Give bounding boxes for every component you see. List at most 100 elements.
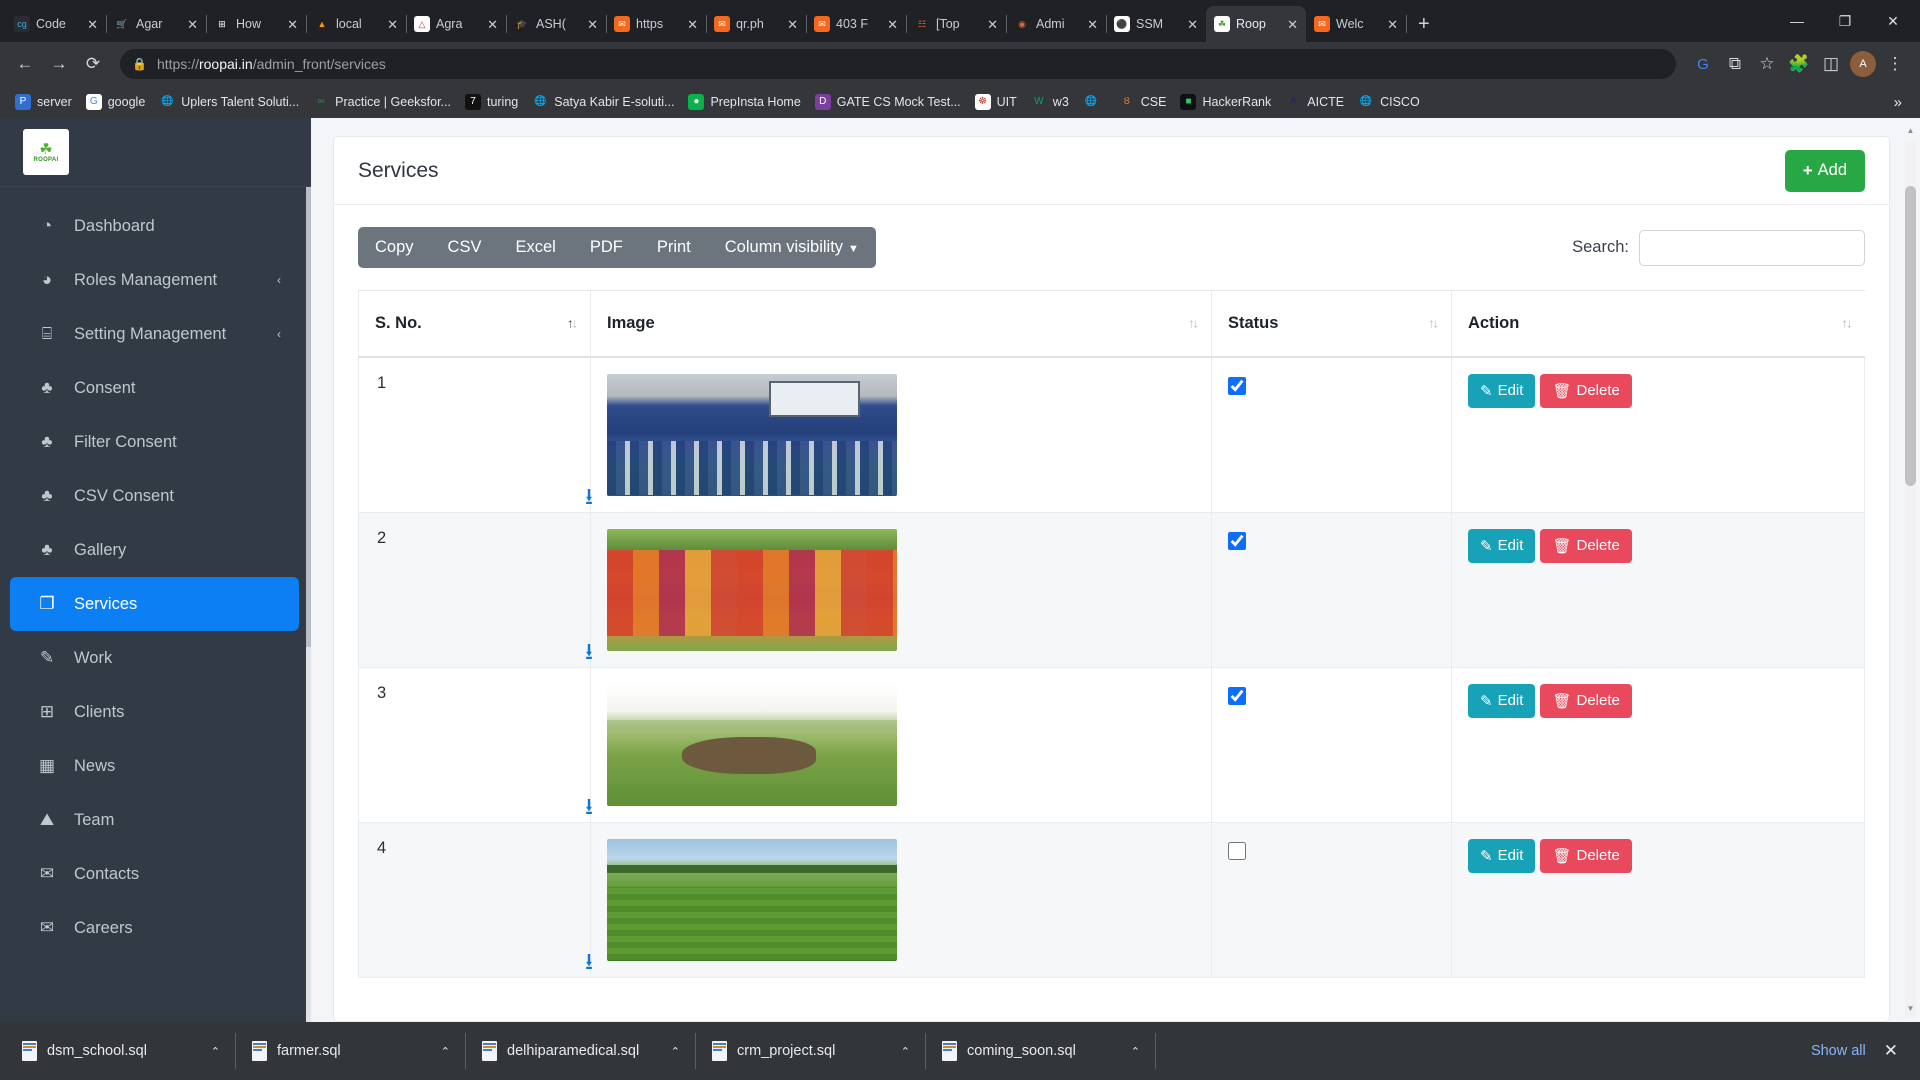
browser-tab[interactable]: ⚫ SSM ✕ bbox=[1106, 6, 1207, 42]
sidebar-item-careers[interactable]: ✉ Careers bbox=[10, 901, 299, 955]
column-header-image[interactable]: Image ↑↓ bbox=[590, 290, 1212, 358]
sidebar-item-services[interactable]: ❐ Services bbox=[10, 577, 299, 631]
show-all-downloads-link[interactable]: Show all bbox=[1811, 1043, 1866, 1059]
download-menu-caret-icon[interactable]: ⌃ bbox=[441, 1045, 450, 1058]
status-checkbox[interactable] bbox=[1228, 841, 1246, 860]
close-window-button[interactable]: ✕ bbox=[1870, 2, 1916, 40]
minimize-button[interactable]: — bbox=[1774, 2, 1820, 40]
bookmark-star-icon[interactable]: ☆ bbox=[1752, 49, 1782, 79]
sidebar-item-filter-consent[interactable]: ♣ Filter Consent bbox=[10, 415, 299, 469]
reload-icon[interactable]: ⟳ bbox=[78, 49, 108, 79]
delete-button[interactable]: 🗑 Delete bbox=[1540, 528, 1632, 563]
status-checkbox[interactable] bbox=[1228, 376, 1246, 395]
export-copy-button[interactable]: Copy bbox=[358, 227, 431, 268]
tab-close-icon[interactable]: ✕ bbox=[87, 18, 98, 31]
export-pdf-button[interactable]: PDF bbox=[573, 227, 640, 268]
download-menu-caret-icon[interactable]: ⌃ bbox=[1131, 1045, 1140, 1058]
tab-close-icon[interactable]: ✕ bbox=[387, 18, 398, 31]
search-input[interactable] bbox=[1639, 229, 1865, 266]
tab-close-icon[interactable]: ✕ bbox=[987, 18, 998, 31]
scrollbar-thumb[interactable] bbox=[1905, 186, 1916, 486]
browser-tab[interactable]: ✉ qr.ph ✕ bbox=[706, 6, 807, 42]
new-tab-button[interactable]: + bbox=[1406, 13, 1442, 42]
google-g-icon[interactable]: G bbox=[1688, 49, 1718, 79]
browser-tab[interactable]: ◉ Admi ✕ bbox=[1006, 6, 1107, 42]
sidebar-item-contacts[interactable]: ✉ Contacts bbox=[10, 847, 299, 901]
download-menu-caret-icon[interactable]: ⌃ bbox=[671, 1045, 680, 1058]
sidebar-item-news[interactable]: ▦ News bbox=[10, 739, 299, 793]
export-excel-button[interactable]: Excel bbox=[498, 227, 572, 268]
download-item[interactable]: crm_project.sql ⌃ bbox=[696, 1022, 926, 1080]
download-item[interactable]: dsm_school.sql ⌃ bbox=[6, 1022, 236, 1080]
column-header-action[interactable]: Action ↑↓ bbox=[1451, 290, 1865, 358]
bookmark-item[interactable]: 7 turing bbox=[458, 91, 525, 113]
download-item[interactable]: delhiparamedical.sql ⌃ bbox=[466, 1022, 696, 1080]
extensions-puzzle-icon[interactable]: 🧩 bbox=[1784, 49, 1814, 79]
column-header-sno[interactable]: S. No. ↑↓ bbox=[358, 290, 591, 358]
bookmark-item[interactable]: ● PrepInsta Home bbox=[681, 91, 807, 113]
delete-button[interactable]: 🗑 Delete bbox=[1540, 838, 1632, 873]
bookmark-item[interactable]: ☸ UIT bbox=[968, 91, 1024, 113]
sidebar-item-team[interactable]: ⛰ Team bbox=[10, 793, 299, 847]
scroll-down-arrow[interactable]: ▼ bbox=[1905, 1004, 1916, 1018]
tab-close-icon[interactable]: ✕ bbox=[187, 18, 198, 31]
bookmark-item[interactable]: 🌐 Uplers Talent Soluti... bbox=[152, 91, 306, 113]
bookmark-item[interactable]: Ggoogle bbox=[79, 91, 153, 113]
close-shelf-button[interactable]: ✕ bbox=[1884, 1041, 1898, 1061]
kebab-menu-icon[interactable]: ⋮ bbox=[1880, 49, 1910, 79]
tab-close-icon[interactable]: ✕ bbox=[1087, 18, 1098, 31]
forward-icon[interactable]: → bbox=[44, 49, 74, 79]
bookmark-item[interactable]: ∞ Practice | Geeksfor... bbox=[306, 91, 458, 113]
browser-tab[interactable]: ✉ 403 F ✕ bbox=[806, 6, 907, 42]
delete-button[interactable]: 🗑 Delete bbox=[1540, 683, 1632, 718]
download-menu-caret-icon[interactable]: ⌃ bbox=[211, 1045, 220, 1058]
download-icon[interactable]: ⭳ bbox=[585, 794, 593, 818]
add-button[interactable]: + Add bbox=[1784, 149, 1865, 192]
page-scrollbar[interactable]: ▲ ▼ bbox=[1905, 126, 1916, 1018]
bookmark-item[interactable]: Ȣ CSE bbox=[1112, 91, 1174, 113]
maximize-button[interactable]: ❐ bbox=[1822, 2, 1868, 40]
bookmark-item[interactable]: 🌐 CISCO bbox=[1351, 91, 1427, 113]
column-visibility-button[interactable]: Column visibility ▼ bbox=[708, 227, 876, 268]
tab-close-icon[interactable]: ✕ bbox=[587, 18, 598, 31]
tab-close-icon[interactable]: ✕ bbox=[887, 18, 898, 31]
chevron-left-icon[interactable]: ‹ bbox=[277, 273, 281, 287]
profile-avatar[interactable]: A bbox=[1848, 49, 1878, 79]
tab-close-icon[interactable]: ✕ bbox=[1287, 18, 1298, 31]
download-icon[interactable]: ⭳ bbox=[585, 639, 593, 663]
sidebar-item-setting-management[interactable]: ⌸ Setting Management ‹ bbox=[10, 307, 299, 361]
column-header-status[interactable]: Status ↑↓ bbox=[1211, 290, 1452, 358]
bookmark-item[interactable]: Ww3 bbox=[1024, 91, 1076, 113]
bookmark-item[interactable]: A AICTE bbox=[1278, 91, 1351, 113]
sidebar-item-work[interactable]: ✎ Work bbox=[10, 631, 299, 685]
sidebar-item-dashboard[interactable]: ◔ Dashboard bbox=[10, 199, 299, 253]
export-print-button[interactable]: Print bbox=[640, 227, 708, 268]
chevron-left-icon[interactable]: ‹ bbox=[277, 327, 281, 341]
browser-tab[interactable]: ⊞ How ✕ bbox=[206, 6, 307, 42]
status-checkbox[interactable] bbox=[1228, 531, 1246, 550]
browser-tab[interactable]: ☷ [Top ✕ bbox=[906, 6, 1007, 42]
bookmark-item[interactable]: Pserver bbox=[8, 91, 79, 113]
download-icon[interactable]: ⭳ bbox=[585, 484, 593, 508]
back-icon[interactable]: ← bbox=[10, 49, 40, 79]
export-csv-button[interactable]: CSV bbox=[431, 227, 499, 268]
browser-tab[interactable]: ▲ local ✕ bbox=[306, 6, 407, 42]
edit-button[interactable]: ✎ Edit bbox=[1468, 528, 1536, 563]
browser-tab[interactable]: ☘ Roop ✕ bbox=[1206, 6, 1306, 42]
browser-tab[interactable]: cg Code ✕ bbox=[6, 6, 107, 42]
edit-button[interactable]: ✎ Edit bbox=[1468, 683, 1536, 718]
browser-tab[interactable]: △ Agra ✕ bbox=[406, 6, 507, 42]
share-icon[interactable]: ⧉ bbox=[1720, 49, 1750, 79]
edit-button[interactable]: ✎ Edit bbox=[1468, 838, 1536, 873]
sidebar-item-consent[interactable]: ♣ Consent bbox=[10, 361, 299, 415]
sidebar-item-gallery[interactable]: ♣ Gallery bbox=[10, 523, 299, 577]
download-item[interactable]: farmer.sql ⌃ bbox=[236, 1022, 466, 1080]
bookmark-item[interactable]: ■ HackerRank bbox=[1173, 91, 1278, 113]
edit-button[interactable]: ✎ Edit bbox=[1468, 373, 1536, 408]
brand-logo-box[interactable]: ☘ ROOPAI bbox=[0, 118, 311, 187]
tab-close-icon[interactable]: ✕ bbox=[687, 18, 698, 31]
bookmark-item[interactable]: 🌐 bbox=[1076, 91, 1112, 113]
address-bar[interactable]: 🔒 https://roopai.in/admin_front/services bbox=[120, 49, 1676, 79]
browser-tab[interactable]: ✉ https ✕ bbox=[606, 6, 707, 42]
tab-close-icon[interactable]: ✕ bbox=[1187, 18, 1198, 31]
